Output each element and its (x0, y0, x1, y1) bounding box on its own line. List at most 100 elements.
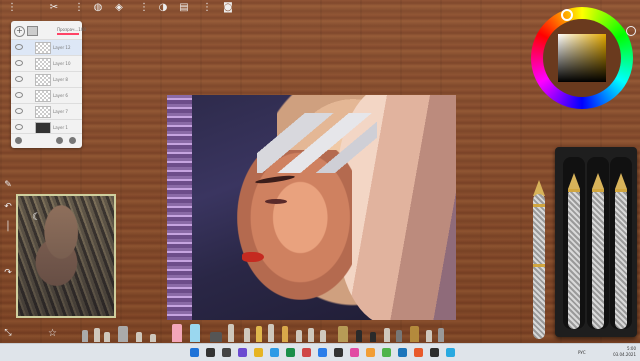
brush-tool[interactable] (150, 334, 156, 342)
layer-row[interactable]: Layer 12 (11, 39, 82, 55)
settings-icon[interactable] (15, 137, 22, 144)
app-icon[interactable] (318, 348, 327, 357)
app-icon[interactable] (302, 348, 311, 357)
app-icon[interactable] (382, 348, 391, 357)
pen-body (533, 194, 545, 339)
moon-icon: ☾ (32, 212, 41, 223)
taskbar: РУС 5:00 03.04.2021 (0, 343, 640, 361)
brush-tool[interactable] (370, 332, 376, 342)
color-wheel[interactable] (531, 7, 633, 109)
color-extra-icon[interactable] (626, 26, 636, 36)
brush-tool[interactable] (356, 330, 362, 342)
dots-icon[interactable]: ⋮ (138, 2, 150, 14)
app-icon[interactable] (334, 348, 343, 357)
telegram-icon[interactable] (446, 348, 455, 357)
eye-icon[interactable] (15, 108, 23, 114)
layer-row[interactable]: Layer 7 (11, 103, 82, 119)
hue-knob[interactable] (561, 9, 573, 21)
app-icon[interactable] (414, 348, 423, 357)
brush-tool[interactable] (256, 326, 262, 342)
eye-icon[interactable] (15, 44, 23, 50)
app-icon[interactable] (430, 348, 439, 357)
silver-pen (532, 180, 546, 340)
saturation-square[interactable] (558, 34, 606, 82)
search-icon[interactable] (206, 348, 215, 357)
add-layer-button[interactable]: + (14, 26, 25, 37)
drawing-canvas[interactable] (167, 95, 456, 320)
brush-tool[interactable] (210, 332, 222, 342)
eye-icon[interactable] (15, 92, 23, 98)
brush-tool[interactable] (228, 324, 234, 342)
start-icon[interactable] (190, 348, 199, 357)
app-icon[interactable] (350, 348, 359, 357)
layers-icon[interactable]: ◈ (113, 2, 125, 14)
brush-tool[interactable] (244, 328, 250, 342)
undo-icon[interactable]: ↶ (2, 202, 14, 214)
dots-icon[interactable]: ⋮ (73, 2, 85, 14)
resize-icon[interactable]: ⤡ (2, 328, 14, 340)
dots-icon[interactable]: ⋮ (201, 2, 213, 14)
brush-tool[interactable] (82, 330, 88, 342)
layer-thumbnail (35, 90, 51, 102)
merge-icon[interactable] (56, 137, 63, 144)
store-icon[interactable] (270, 348, 279, 357)
layer-name: Layer 7 (53, 109, 68, 114)
brush-tool[interactable] (396, 330, 402, 342)
globe-icon[interactable]: ◍ (92, 2, 104, 14)
silver-crown (257, 113, 377, 173)
layer-row[interactable]: Layer 10 (11, 55, 82, 71)
brush-tool[interactable] (282, 326, 288, 342)
camera-icon[interactable]: ◙ (222, 2, 234, 14)
eye-icon[interactable] (15, 124, 23, 130)
task-view-icon[interactable] (222, 348, 231, 357)
brush-tool[interactable] (296, 330, 302, 342)
explorer-icon[interactable] (254, 348, 263, 357)
brush-tool[interactable] (118, 326, 128, 342)
brush-tool[interactable] (136, 332, 142, 342)
pencil-icon[interactable]: ✎ (2, 180, 14, 192)
brush-tool[interactable] (410, 326, 419, 342)
edge-icon[interactable] (286, 348, 295, 357)
pen-case (555, 147, 637, 337)
eraser-tool[interactable] (190, 324, 200, 342)
brush-size-slider[interactable]: │ (2, 222, 14, 234)
layer-name: Layer 1 (53, 125, 68, 130)
brush-tool[interactable] (320, 330, 326, 342)
adjust-icon[interactable]: ◑ (157, 2, 169, 14)
widgets-icon[interactable] (238, 348, 247, 357)
brush-tool[interactable] (438, 328, 444, 342)
eye-icon[interactable] (15, 76, 23, 82)
eye-icon[interactable] (15, 60, 23, 66)
layer-thumbnail (35, 74, 51, 86)
menu-dots-icon[interactable]: ⋮ (6, 2, 18, 14)
brush-tool[interactable] (426, 330, 432, 342)
trash-icon[interactable] (69, 137, 76, 144)
layer-thumbnail[interactable] (27, 26, 38, 36)
opacity-slider[interactable] (57, 33, 79, 35)
brush-tool[interactable] (94, 328, 100, 342)
eraser-tool[interactable] (172, 324, 182, 342)
pen-body (568, 189, 580, 329)
clock[interactable]: 5:00 03.04.2021 (613, 346, 636, 358)
redo-icon[interactable]: ↷ (2, 268, 14, 280)
star-icon[interactable]: ☆ (48, 328, 57, 339)
layer-name: Layer 12 (53, 45, 71, 50)
language-indicator[interactable]: РУС (578, 350, 586, 355)
layer-name: Layer 8 (53, 77, 68, 82)
brush-tool[interactable] (338, 326, 348, 342)
gallery-icon[interactable]: ▤ (178, 2, 190, 14)
brush-tool[interactable] (308, 328, 314, 342)
gold-band (533, 204, 545, 207)
brush-tool[interactable] (268, 324, 274, 342)
app-icon[interactable] (398, 348, 407, 357)
top-toolbar: ⋮ ✂ ⋮ ◍ ◈ ⋮ ◑ ▤ ⋮ ◙ (0, 0, 250, 16)
layer-name: Layer 6 (53, 93, 68, 98)
brush-tool[interactable] (384, 328, 390, 342)
layer-row[interactable]: Layer 8 (11, 71, 82, 87)
reference-image[interactable]: ☾ (16, 194, 116, 318)
app-icon[interactable] (366, 348, 375, 357)
brush-tool[interactable] (104, 332, 110, 342)
layer-row[interactable]: Layer 6 (11, 87, 82, 103)
gold-band (592, 189, 604, 192)
scissors-icon[interactable]: ✂ (48, 2, 60, 14)
